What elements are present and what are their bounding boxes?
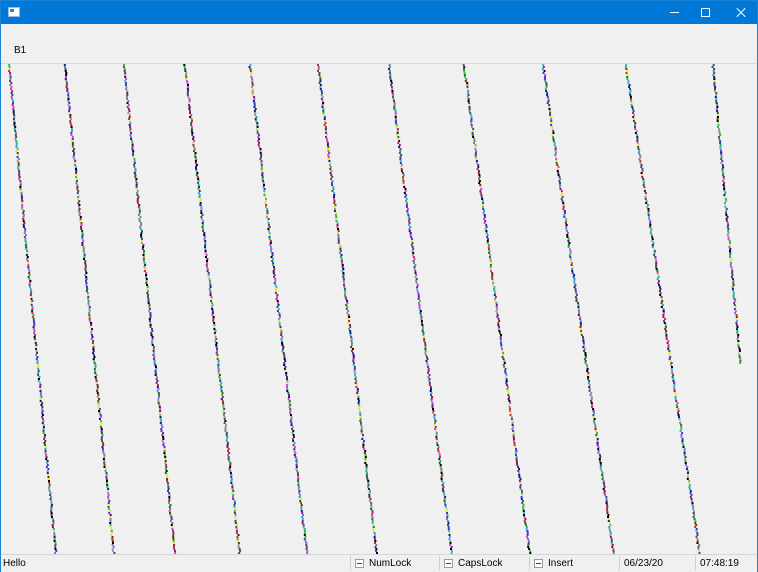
- indicator-led-icon: [534, 559, 543, 568]
- status-message: Hello: [3, 556, 347, 571]
- app-window: B1 Hello NumLock CapsLock Insert 06/23/2…: [0, 0, 758, 572]
- title-bar[interactable]: [1, 1, 757, 24]
- b1-button[interactable]: B1: [14, 45, 26, 57]
- noise-line: [711, 64, 742, 364]
- status-bar: Hello NumLock CapsLock Insert 06/23/20 0…: [1, 554, 757, 572]
- capslock-label: CapsLock: [458, 558, 503, 569]
- noise-line: [541, 64, 615, 554]
- numlock-label: NumLock: [369, 558, 412, 569]
- drawing-canvas[interactable]: [1, 64, 757, 554]
- noise-line: [183, 64, 242, 554]
- status-message-text: Hello: [3, 558, 26, 569]
- noise-line: [122, 64, 177, 554]
- close-icon[interactable]: [717, 1, 757, 24]
- status-date-text: 06/23/20: [624, 558, 663, 569]
- noise-line: [462, 64, 532, 554]
- app-icon[interactable]: [8, 7, 20, 17]
- capslock-indicator: CapsLock: [439, 556, 529, 571]
- noise-line: [317, 64, 378, 554]
- status-date: 06/23/20: [619, 556, 695, 571]
- numlock-indicator: NumLock: [350, 556, 438, 571]
- status-time: 07:48:19: [695, 556, 757, 571]
- status-time-text: 07:48:19: [700, 558, 739, 569]
- noise-line: [248, 64, 309, 554]
- noise-line: [8, 64, 58, 554]
- indicator-led-icon: [355, 559, 364, 568]
- insert-indicator: Insert: [529, 556, 619, 571]
- indicator-led-icon: [444, 559, 453, 568]
- insert-label: Insert: [548, 558, 574, 569]
- noise-line: [63, 64, 116, 554]
- noise-line: [624, 64, 701, 554]
- noise-line: [388, 64, 453, 554]
- toolbar: B1: [1, 24, 757, 64]
